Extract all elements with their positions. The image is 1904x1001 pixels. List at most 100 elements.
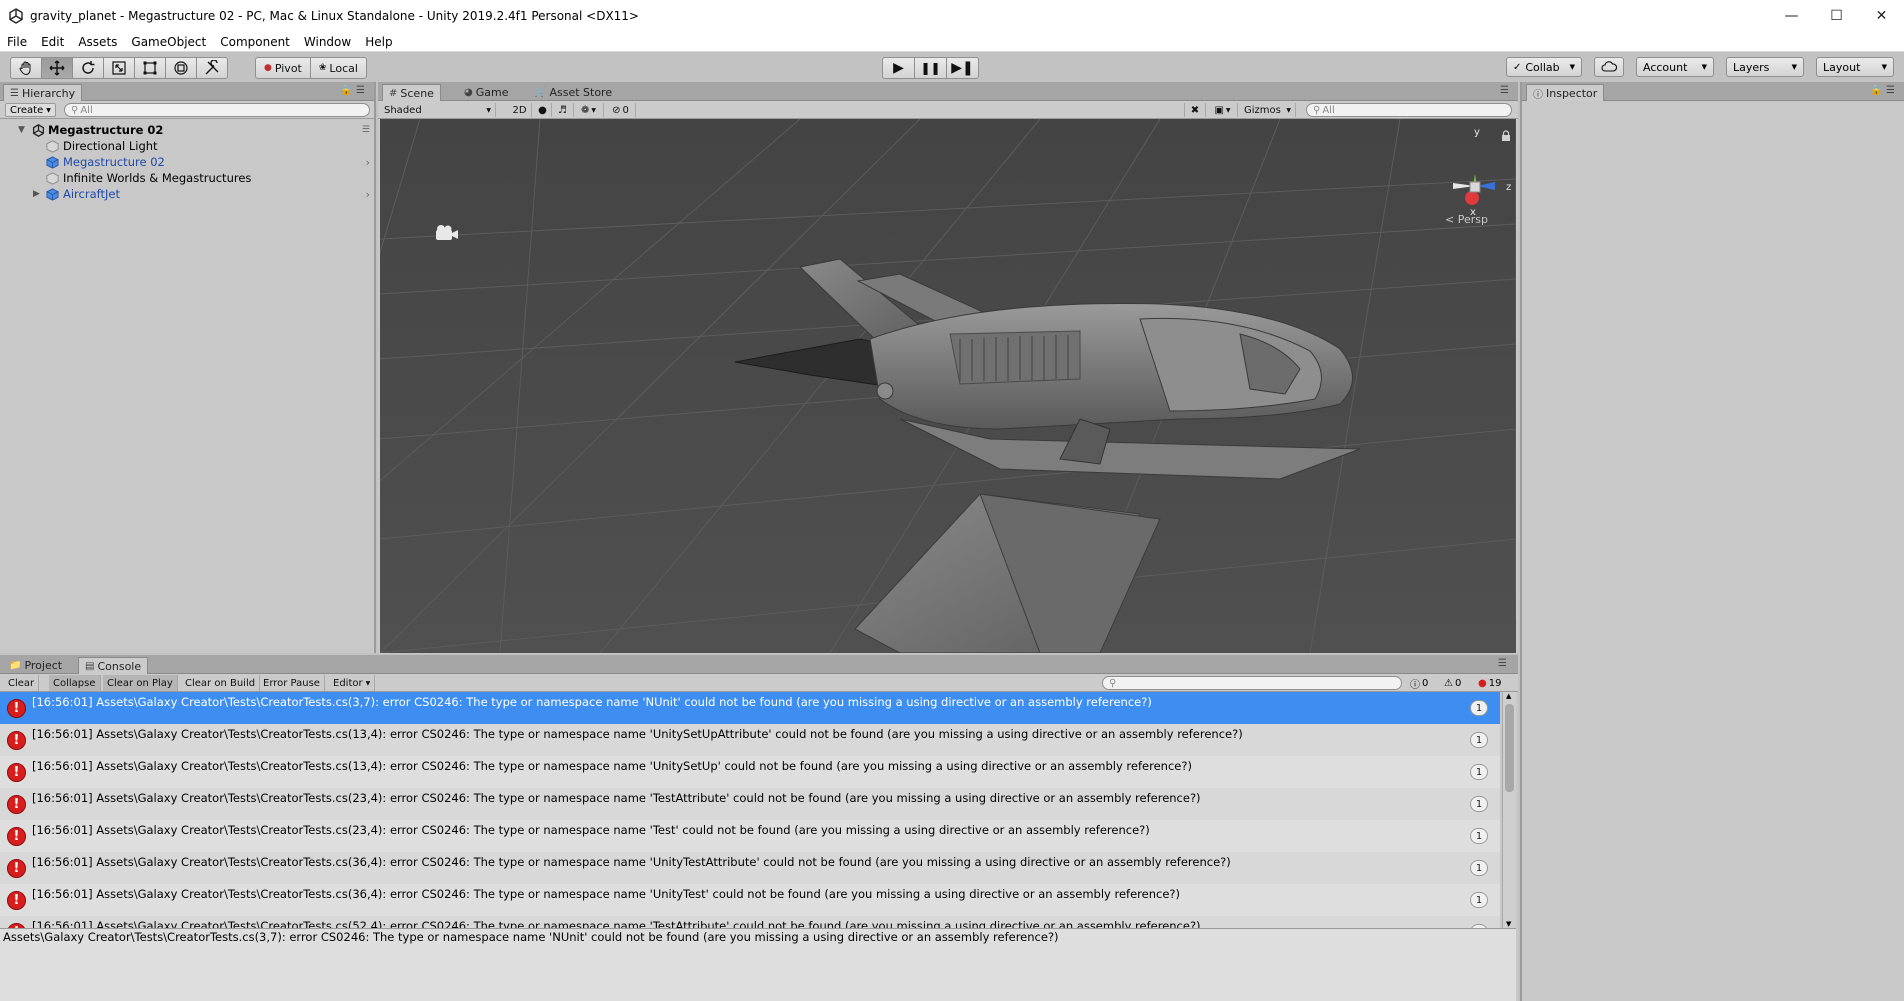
scene-tools-button[interactable]: ✖ (1184, 103, 1206, 117)
lighting-toggle[interactable]: ● (534, 103, 552, 117)
layout-button[interactable]: Layout ▼ (1816, 57, 1894, 77)
log-entry[interactable]: ! [16:56:01] Assets\Galaxy Creator\Tests… (0, 852, 1500, 884)
shading-mode-dropdown[interactable]: Shaded ▼ (380, 103, 496, 117)
log-count-badge: 1 (1470, 860, 1488, 876)
tab-scene[interactable]: # Scene (382, 84, 441, 101)
log-entry[interactable]: ! [16:56:01] Assets\Galaxy Creator\Tests… (0, 884, 1500, 916)
log-count-badge: 1 (1470, 764, 1488, 780)
scene-menu-icon[interactable]: ☰ (362, 125, 370, 135)
panel-menu-icon[interactable]: ☰ (1500, 85, 1509, 96)
hierarchy-item[interactable]: ▶ AircraftJet › (0, 186, 374, 202)
hierarchy-item[interactable]: Infinite Worlds & Megastructures (0, 170, 374, 186)
layers-button[interactable]: Layers ▼ (1726, 57, 1804, 77)
collapse-button[interactable]: Collapse (49, 675, 101, 691)
panel-menu-icon[interactable]: ☰ (1498, 658, 1507, 669)
scroll-up-icon[interactable]: ▲ (1506, 692, 1511, 700)
rect-tool-button[interactable] (134, 57, 166, 79)
panel-menu-icon[interactable]: ☰ (356, 85, 365, 96)
tab-game[interactable]: ◕ Game (458, 84, 514, 101)
pause-button[interactable]: ❚❚ (914, 57, 947, 79)
log-entry[interactable]: ! [16:56:01] Assets\Galaxy Creator\Tests… (0, 916, 1500, 928)
error-icon: ! (7, 858, 26, 878)
hidden-objects-toggle[interactable]: ⊘ 0 (606, 103, 636, 117)
hierarchy-search-input[interactable]: ⚲ All (64, 103, 370, 117)
local-button[interactable]: ❀ Local (309, 57, 367, 79)
chevron-right-icon[interactable]: › (366, 188, 370, 201)
menu-assets[interactable]: Assets (71, 35, 124, 49)
2d-toggle[interactable]: 2D (508, 103, 532, 117)
rotate-tool-button[interactable] (72, 57, 104, 79)
log-entry[interactable]: ! [16:56:01] Assets\Galaxy Creator\Tests… (0, 788, 1500, 820)
chevron-right-icon[interactable]: › (366, 156, 370, 169)
scene-render: y z x (380, 119, 1516, 653)
menu-help[interactable]: Help (358, 35, 399, 49)
log-entry[interactable]: ! [16:56:01] Assets\Galaxy Creator\Tests… (0, 692, 1500, 724)
play-button[interactable]: ▶ (882, 57, 915, 79)
window-title: gravity_planet - Megastructure 02 - PC, … (30, 9, 639, 23)
hierarchy-item[interactable]: Directional Light (0, 138, 374, 154)
step-button[interactable]: ▶❚ (946, 57, 979, 79)
effects-dropdown[interactable]: ❁ ▼ (574, 103, 604, 117)
scene-search-input[interactable]: ⚲ All (1306, 103, 1512, 117)
console-search-input[interactable]: ⚲ (1102, 676, 1402, 690)
chevron-left-icon: < (1445, 213, 1455, 226)
warning-count-toggle[interactable]: ⚠ 0 (1444, 676, 1461, 690)
move-tool-button[interactable] (41, 57, 73, 79)
camera-dropdown[interactable]: ▣ ▼ (1208, 103, 1238, 117)
hand-tool-button[interactable] (10, 57, 42, 79)
chevron-down-icon: ▼ (591, 106, 596, 114)
console-scrollbar[interactable]: ▲ ▼ (1502, 692, 1516, 928)
scene-viewport[interactable]: y z x < Persp (380, 119, 1516, 653)
gizmos-dropdown[interactable]: Gizmos ▼ (1240, 103, 1296, 117)
lock-icon[interactable]: 🔒 (1870, 85, 1882, 96)
hierarchy-item[interactable]: Megastructure 02 › (0, 154, 374, 170)
projection-toggle[interactable]: < Persp (1445, 213, 1488, 226)
error-pause-button[interactable]: Error Pause (259, 675, 325, 691)
tab-inspector[interactable]: ⓘ Inspector (1526, 84, 1605, 101)
log-entry[interactable]: ! [16:56:01] Assets\Galaxy Creator\Tests… (0, 756, 1500, 788)
error-icon: ! (7, 762, 26, 782)
menu-edit[interactable]: Edit (34, 35, 71, 49)
transform-tool-button[interactable] (165, 57, 197, 79)
menu-window[interactable]: Window (297, 35, 358, 49)
editor-dropdown[interactable]: Editor ▼ (329, 675, 376, 691)
account-button[interactable]: Account ▼ (1636, 57, 1714, 77)
scroll-down-icon[interactable]: ▼ (1506, 920, 1511, 928)
tab-project[interactable]: 📁 Project (3, 657, 68, 674)
search-icon: ⚲ (1313, 104, 1321, 116)
clear-on-play-button[interactable]: Clear on Play (103, 675, 178, 691)
menu-file[interactable]: File (0, 35, 34, 49)
audio-toggle[interactable]: ♬ (552, 103, 574, 117)
panel-menu-icon[interactable]: ☰ (1886, 85, 1895, 96)
log-entry[interactable]: ! [16:56:01] Assets\Galaxy Creator\Tests… (0, 820, 1500, 852)
clear-button[interactable]: Clear (4, 675, 40, 691)
menu-gameobject[interactable]: GameObject (124, 35, 213, 49)
tab-hierarchy[interactable]: ☰ Hierarchy (3, 84, 83, 101)
scene-root-row[interactable]: ▼ Megastructure 02 ☰ (0, 122, 374, 138)
error-count-toggle[interactable]: ● 19 (1478, 676, 1501, 690)
chevron-down-icon: ▼ (46, 106, 51, 114)
close-icon[interactable]: ✕ (1859, 0, 1904, 32)
menu-component[interactable]: Component (213, 35, 297, 49)
tab-console[interactable]: ▤ Console (78, 657, 149, 674)
tab-asset-store[interactable]: 🛒 Asset Store (528, 84, 618, 101)
store-icon: 🛒 (534, 87, 547, 98)
minimize-icon[interactable]: — (1769, 0, 1814, 32)
log-entry[interactable]: ! [16:56:01] Assets\Galaxy Creator\Tests… (0, 724, 1500, 756)
clear-on-build-button[interactable]: Clear on Build (181, 675, 261, 691)
scrollbar-thumb[interactable] (1505, 704, 1514, 792)
expand-arrow-icon[interactable]: ▶ (33, 189, 40, 199)
expand-arrow-icon[interactable]: ▼ (18, 125, 25, 135)
cloud-button[interactable] (1594, 57, 1624, 77)
create-button[interactable]: Create ▼ (5, 103, 56, 117)
maximize-icon[interactable]: ☐ (1814, 0, 1859, 32)
gameobject-icon (46, 171, 59, 185)
pivot-button[interactable]: ● Pivot (255, 57, 311, 79)
custom-tool-button[interactable] (196, 57, 228, 79)
info-count-toggle[interactable]: ⓘ 0 (1410, 676, 1428, 691)
rect-icon (143, 61, 157, 75)
scale-tool-button[interactable] (103, 57, 135, 79)
log-detail-area[interactable]: Assets\Galaxy Creator\Tests\CreatorTests… (0, 928, 1516, 1001)
collab-button[interactable]: ✓ Collab ▼ (1506, 57, 1582, 77)
lock-icon[interactable]: 🔒 (340, 85, 352, 96)
